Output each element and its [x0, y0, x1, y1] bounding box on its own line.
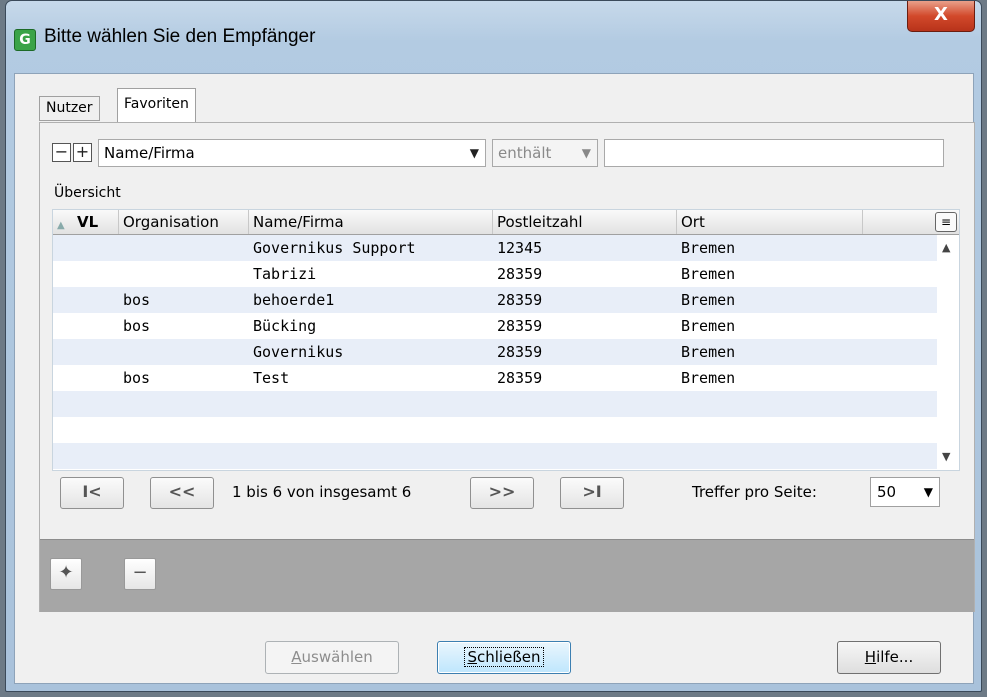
- table-cell: Bremen: [681, 265, 736, 283]
- next-page-button[interactable]: >>: [470, 477, 534, 509]
- dialog-content: Nutzer Favoriten − + Name/Firma ▼ enthäl…: [14, 73, 975, 684]
- hits-per-page-select[interactable]: 50 ▼: [870, 477, 940, 507]
- column-chooser-icon[interactable]: ≡: [935, 212, 957, 232]
- table-row[interactable]: Tabrizi 28359 Bremen: [53, 261, 937, 287]
- scroll-up-icon[interactable]: ▲: [942, 241, 950, 254]
- pagination-status: 1 bis 6 von insgesamt 6: [232, 483, 412, 501]
- filter-field-select[interactable]: Name/Firma ▼: [98, 139, 486, 167]
- table-cell: behoerde1: [253, 291, 335, 309]
- table-cell: bos: [123, 317, 151, 335]
- table-cell: Tabrizi: [253, 265, 317, 283]
- chevron-down-icon: ▼: [469, 146, 479, 160]
- table-cell: bos: [123, 291, 151, 309]
- remove-favorite-button[interactable]: −: [124, 558, 156, 590]
- table-row[interactable]: [53, 417, 937, 443]
- table-row[interactable]: bos Bücking 28359 Bremen: [53, 313, 937, 339]
- table-row[interactable]: bos Test 28359 Bremen: [53, 365, 937, 391]
- add-filter-button[interactable]: +: [73, 143, 92, 162]
- table-cell: Bremen: [681, 317, 736, 335]
- filter-operator-value: enthält: [498, 144, 552, 162]
- table-cell: Bremen: [681, 343, 736, 361]
- tab-favoriten[interactable]: Favoriten: [117, 88, 196, 123]
- action-strip: ✦ −: [40, 539, 974, 612]
- hits-per-page-value: 50: [877, 483, 897, 501]
- filter-field-value: Name/Firma: [104, 144, 195, 162]
- favoriten-panel: − + Name/Firma ▼ enthält ▼ Übersicht ▲ V…: [39, 122, 975, 612]
- table-row[interactable]: Governikus Support 12345 Bremen: [53, 235, 937, 261]
- table-row[interactable]: [53, 391, 937, 417]
- close-dialog-button[interactable]: Schließen: [437, 641, 571, 674]
- filter-operator-select: enthält ▼: [492, 139, 598, 167]
- table-cell: 28359: [497, 317, 543, 335]
- help-button[interactable]: Hilfe...: [837, 641, 941, 674]
- table-rows: Governikus Support 12345 Bremen Tabrizi 2835…: [53, 235, 937, 469]
- table-cell: 28359: [497, 291, 543, 309]
- table-header: ▲ VL Organisation Name/Firma Postleitzah…: [53, 210, 959, 235]
- filter-value-input[interactable]: [604, 139, 944, 167]
- table-row[interactable]: [53, 443, 937, 469]
- table-cell: Bremen: [681, 369, 736, 387]
- table-cell: Governikus Support: [253, 239, 416, 257]
- remove-filter-button[interactable]: −: [52, 143, 71, 162]
- recipients-table: ▲ VL Organisation Name/Firma Postleitzah…: [52, 209, 960, 471]
- table-cell: 28359: [497, 343, 543, 361]
- chevron-down-icon: ▼: [923, 485, 933, 499]
- table-cell: bos: [123, 369, 151, 387]
- column-header-name[interactable]: Name/Firma: [249, 210, 493, 234]
- column-header-vl[interactable]: ▲ VL: [53, 210, 119, 234]
- previous-page-button[interactable]: <<: [150, 477, 214, 509]
- vertical-scrollbar[interactable]: ▲ ▼: [937, 235, 959, 469]
- table-cell: Bremen: [681, 291, 736, 309]
- table-row[interactable]: Governikus 28359 Bremen: [53, 339, 937, 365]
- chevron-down-icon: ▼: [581, 146, 591, 160]
- select-button[interactable]: Auswählen: [265, 641, 399, 674]
- table-cell: 28359: [497, 265, 543, 283]
- tab-nutzer[interactable]: Nutzer: [39, 96, 100, 121]
- hits-per-page-label: Treffer pro Seite:: [692, 483, 817, 501]
- overview-label: Übersicht: [54, 185, 121, 201]
- table-cell: Bücking: [253, 317, 317, 335]
- scroll-down-icon[interactable]: ▼: [942, 450, 950, 463]
- table-cell: 28359: [497, 369, 543, 387]
- table-cell: Governikus: [253, 343, 344, 361]
- title-bar[interactable]: G Bitte wählen Sie den Empfänger X: [6, 1, 981, 73]
- window-title: Bitte wählen Sie den Empfänger: [44, 26, 316, 47]
- dialog-window: G Bitte wählen Sie den Empfänger X Nutze…: [5, 0, 982, 692]
- table-row[interactable]: bos behoerde1 28359 Bremen: [53, 287, 937, 313]
- last-page-button[interactable]: >I: [560, 477, 624, 509]
- favorite-stamp-icon[interactable]: ✦: [50, 558, 82, 590]
- table-cell: Test: [253, 369, 290, 387]
- table-cell: Bremen: [681, 239, 736, 257]
- first-page-button[interactable]: I<: [60, 477, 124, 509]
- table-cell: 12345: [497, 239, 543, 257]
- column-header-postleitzahl[interactable]: Postleitzahl: [493, 210, 677, 234]
- app-logo-icon: G: [14, 29, 36, 51]
- pagination: I< << 1 bis 6 von insgesamt 6 >> >I Tref…: [60, 477, 960, 511]
- column-header-ort[interactable]: Ort: [677, 210, 863, 234]
- column-header-organisation[interactable]: Organisation: [119, 210, 249, 234]
- close-button[interactable]: X: [907, 1, 975, 32]
